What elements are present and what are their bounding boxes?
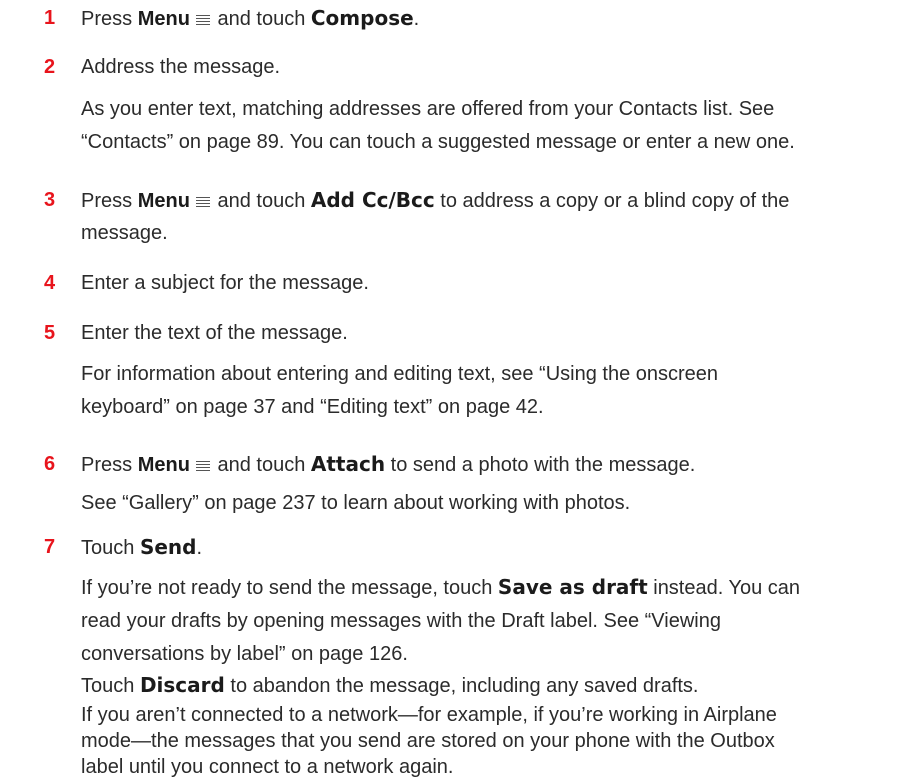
step-text: and touch	[211, 8, 311, 30]
menu-key-label: Menu	[137, 8, 190, 30]
menu-key-label: Menu	[137, 454, 190, 476]
step-text: Enter the text of the message.	[81, 322, 348, 344]
step-number: 7	[44, 536, 56, 558]
step-number: 5	[44, 322, 56, 344]
step-5-note: For information about entering and editi…	[81, 363, 719, 418]
step-number: 6	[44, 453, 56, 475]
compose-label: Compose	[310, 6, 414, 30]
menu-icon	[195, 14, 210, 26]
menu-key-label: Menu	[137, 190, 190, 212]
step-text: Press	[81, 8, 138, 30]
discard-label: Discard	[139, 673, 225, 697]
add-cc-bcc-label: Add Cc/Bcc	[310, 188, 435, 212]
step-7-offline-note: If you aren’t connected to a network—for…	[81, 704, 777, 778]
step-number: 1	[44, 7, 56, 29]
step-text: Address the message.	[81, 56, 280, 78]
send-label: Send	[139, 535, 197, 559]
step-7-discard-note: Touch Discard to abandon the message, in…	[81, 673, 699, 697]
step-number: 2	[44, 56, 56, 78]
menu-icon	[195, 460, 210, 472]
attach-label: Attach	[310, 452, 386, 476]
save-as-draft-label: Save as draft	[497, 575, 648, 599]
step-7-draft-note: If you’re not ready to send the message,…	[81, 575, 801, 665]
menu-icon	[195, 196, 210, 208]
manual-page: 1 Press Menu and touch Compose. 2 Addres…	[0, 0, 900, 782]
step-number: 4	[44, 272, 56, 294]
step-6-note: See “Gallery” on page 237 to learn about…	[81, 492, 631, 514]
step-2-note: As you enter text, matching addresses ar…	[81, 98, 795, 153]
step-text: Enter a subject for the message.	[81, 272, 369, 294]
step-number: 3	[44, 189, 56, 211]
